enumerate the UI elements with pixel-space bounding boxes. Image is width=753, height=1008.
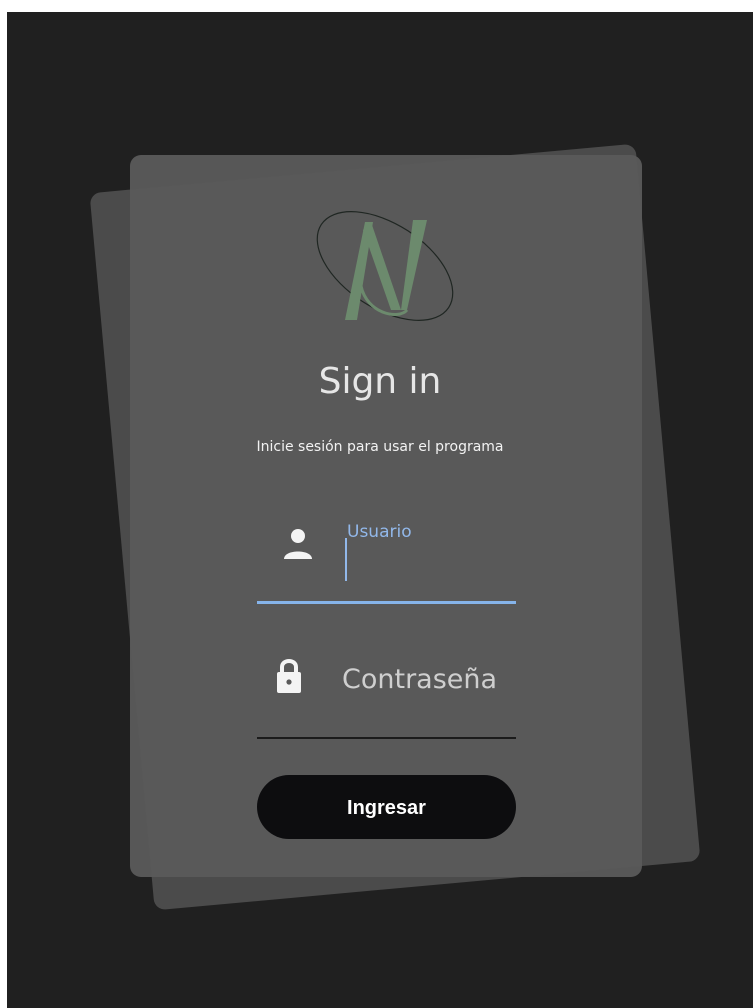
- password-field[interactable]: Contraseña: [257, 649, 517, 739]
- page-title: Sign in: [318, 361, 442, 402]
- text-caret: [345, 538, 347, 581]
- page-subtitle: Inicie sesión para usar el programa: [256, 439, 504, 455]
- username-field[interactable]: Usuario: [257, 512, 517, 604]
- login-window: Sign in Inicie sesión para usar el progr…: [7, 12, 753, 1008]
- submit-button[interactable]: Ingresar: [257, 775, 516, 839]
- username-underline: [257, 601, 516, 604]
- person-icon: [284, 529, 312, 559]
- username-label: Usuario: [347, 522, 412, 542]
- password-underline: [257, 737, 516, 739]
- lock-icon: [277, 659, 301, 693]
- av-monogram-logo: [316, 211, 454, 321]
- password-placeholder: Contraseña: [342, 664, 498, 695]
